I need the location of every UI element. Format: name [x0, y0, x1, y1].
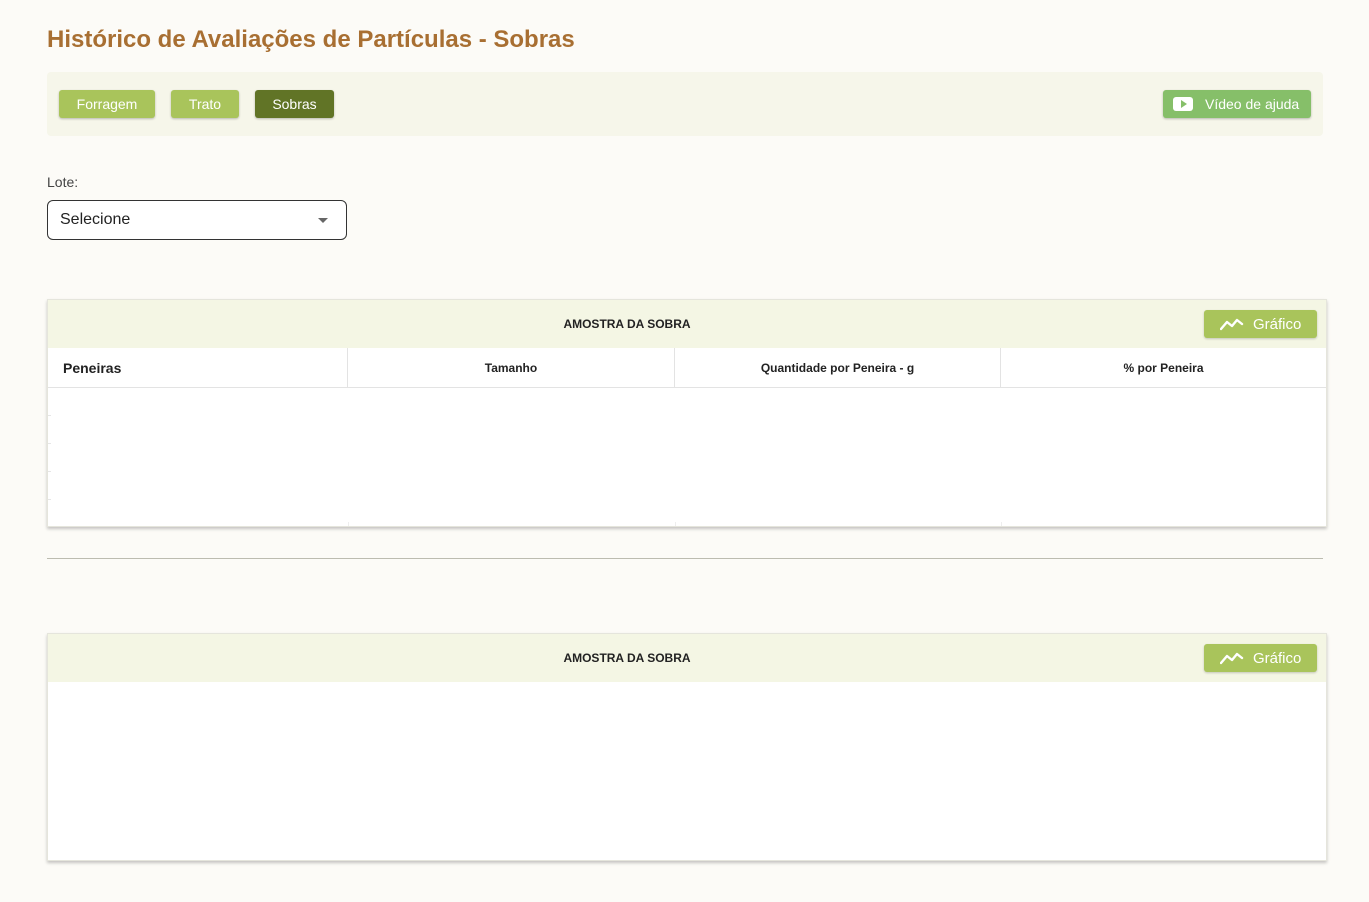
page-title: Histórico de Avaliações de Partículas - … [47, 26, 575, 53]
chart-button-label: Gráfico [1253, 315, 1302, 333]
tab-bar: Forragem Trato Sobras Vídeo de ajuda [47, 72, 1323, 136]
help-video-label: Vídeo de ajuda [1205, 96, 1300, 112]
chart-button-label: Gráfico [1253, 649, 1302, 667]
tab-sobras[interactable]: Sobras [255, 90, 334, 118]
column-header-peneiras[interactable]: Peneiras [48, 348, 348, 387]
table-header: Peneiras Tamanho Quantidade por Peneira … [48, 348, 1326, 388]
card-title: AMOSTRA DA SOBRA [563, 317, 691, 331]
column-header-tamanho[interactable]: Tamanho [348, 348, 675, 387]
row-divider [48, 443, 51, 444]
sample-card: AMOSTRA DA SOBRA Gráfico [47, 633, 1327, 861]
column-divider [348, 522, 349, 526]
sample-card: AMOSTRA DA SOBRA Gráfico Peneiras Tamanh… [47, 299, 1327, 527]
chart-button[interactable]: Gráfico [1204, 310, 1317, 338]
dropdown-arrow-icon [318, 218, 328, 223]
section-divider [47, 558, 1323, 559]
card-header: AMOSTRA DA SOBRA Gráfico [48, 634, 1326, 682]
lote-label: Lote: [47, 174, 79, 190]
trend-line-icon [1220, 318, 1244, 331]
chart-button[interactable]: Gráfico [1204, 644, 1317, 672]
video-play-icon [1173, 97, 1193, 111]
column-divider [675, 522, 676, 526]
lote-select[interactable]: Selecione [47, 200, 347, 240]
card-body [48, 682, 1326, 820]
trend-line-icon [1220, 652, 1244, 665]
column-divider [1001, 522, 1002, 526]
lote-selected-value: Selecione [60, 211, 131, 228]
table-body [48, 388, 1326, 526]
help-video-button[interactable]: Vídeo de ajuda [1163, 90, 1311, 118]
card-title: AMOSTRA DA SOBRA [563, 651, 691, 665]
row-divider [48, 499, 51, 500]
row-divider [48, 415, 51, 416]
tab-forragem[interactable]: Forragem [59, 90, 155, 118]
tab-trato[interactable]: Trato [171, 90, 239, 118]
row-divider [48, 471, 51, 472]
card-header: AMOSTRA DA SOBRA Gráfico [48, 300, 1326, 348]
column-header-quantidade[interactable]: Quantidade por Peneira - g [675, 348, 1001, 387]
page: Histórico de Avaliações de Partículas - … [0, 0, 1369, 902]
column-header-percentual[interactable]: % por Peneira [1001, 348, 1326, 387]
